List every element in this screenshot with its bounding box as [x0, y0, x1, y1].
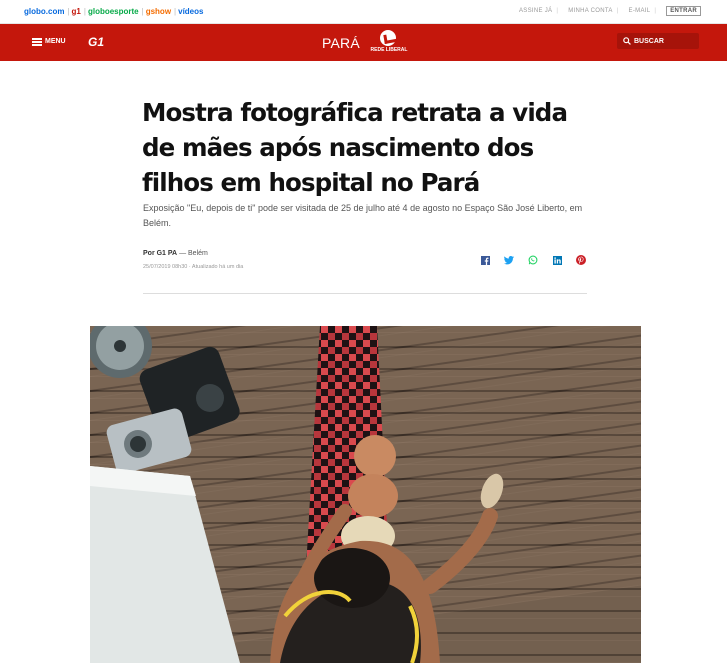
whatsapp-icon — [528, 255, 538, 265]
facebook-share-button[interactable] — [480, 255, 490, 265]
region-title[interactable]: PARÁ — [322, 35, 360, 51]
affiliate-logo-text: REDE LIBERAL — [370, 47, 408, 53]
hamburger-icon — [32, 38, 42, 46]
affiliate-logo-mark-icon — [380, 30, 396, 46]
pinterest-share-button[interactable] — [576, 255, 586, 265]
globo-portals-bar: globo.com | g1 | globoesporte | gshow | vídeos A… — [0, 0, 727, 24]
photo-mother-baby-hammock — [90, 326, 641, 663]
pinterest-icon — [576, 255, 586, 265]
my-account-link[interactable]: MINHA CONTA — [568, 8, 613, 14]
twitter-share-button[interactable] — [504, 255, 514, 265]
g1-logo[interactable]: G1 — [88, 35, 104, 49]
article-byline: Por G1 PA — Belém — [143, 250, 208, 257]
rede-liberal-logo[interactable]: REDE LIBERAL — [367, 30, 411, 56]
email-link[interactable]: E-MAIL — [629, 8, 651, 14]
article-subtitle: Exposição "Eu, depois de ti" pode ser vi… — [143, 203, 583, 228]
login-button[interactable]: ENTRAR — [666, 6, 701, 16]
search-button[interactable]: BUSCAR — [617, 33, 699, 49]
facebook-icon — [480, 255, 490, 265]
byline-place: — Belém — [179, 250, 208, 257]
subscribe-link[interactable]: ASSINE JÁ — [519, 8, 552, 14]
share-bar — [480, 255, 600, 265]
search-label: BUSCAR — [634, 37, 664, 45]
linkedin-icon — [552, 255, 562, 265]
portals-nav: globo.com | g1 | globoesporte | gshow | vídeos — [24, 7, 204, 16]
whatsapp-share-button[interactable] — [528, 255, 538, 265]
byline-author[interactable]: Por G1 PA — [143, 250, 177, 257]
article-date: 25/07/2019 08h30 · Atualizado há um dia — [143, 264, 244, 270]
portal-link-globo[interactable]: globo.com — [24, 7, 64, 16]
portal-link-g1[interactable]: g1 — [72, 7, 81, 16]
article-title: Mostra fotográfica retrata a vida de mãe… — [142, 98, 568, 197]
article-photo[interactable] — [90, 326, 641, 663]
portal-link-videos[interactable]: vídeos — [178, 7, 203, 16]
account-links: ASSINE JÁ | MINHA CONTA | E-MAIL | ENTRAR — [511, 6, 701, 16]
linkedin-share-button[interactable] — [552, 255, 562, 265]
menu-button[interactable]: MENU — [32, 38, 66, 46]
header-divider — [143, 293, 587, 294]
search-icon — [623, 37, 631, 45]
portal-link-globoesporte[interactable]: globoesporte — [88, 7, 139, 16]
portal-link-gshow[interactable]: gshow — [146, 7, 171, 16]
twitter-icon — [504, 255, 514, 264]
menu-label: MENU — [45, 38, 66, 45]
